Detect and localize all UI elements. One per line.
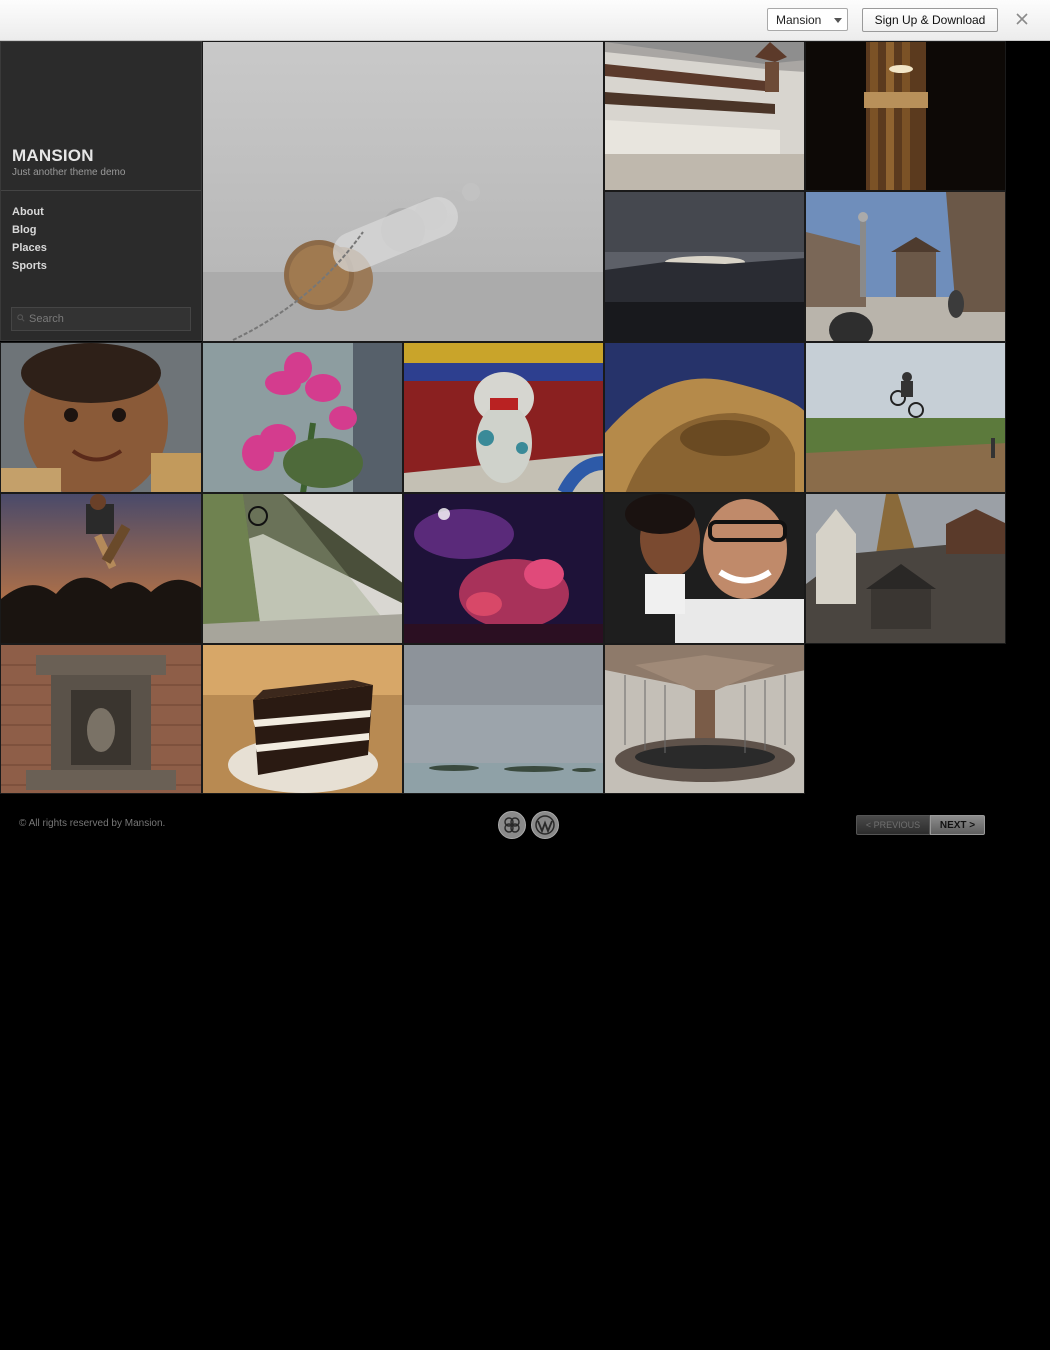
wordpress-icon[interactable] [531, 811, 559, 839]
gallery-tile-lion-statue[interactable] [403, 342, 604, 493]
nav-item-about[interactable]: About [12, 205, 47, 223]
search-icon [17, 314, 25, 322]
site-tagline: Just another theme demo [12, 167, 126, 178]
pagination: < PREVIOUS NEXT > [856, 815, 985, 835]
gallery-tile-chocolate-cake[interactable] [202, 644, 403, 794]
copyright-text: © All rights reserved by Mansion. [19, 818, 166, 829]
nav-item-sports[interactable]: Sports [12, 259, 47, 277]
gallery-tile-durbar-square[interactable] [805, 191, 1006, 342]
gallery-tile-carved-shrine[interactable] [0, 644, 202, 794]
next-button[interactable]: NEXT > [930, 815, 985, 835]
main-nav: About Blog Places Sports [12, 205, 47, 277]
site-title[interactable]: MANSION [12, 146, 94, 166]
search-input[interactable] [29, 311, 185, 327]
gallery-tile-pink-flowers[interactable] [202, 342, 403, 493]
previous-button[interactable]: < PREVIOUS [856, 815, 930, 835]
gallery-tile-buoy-fog[interactable] [202, 41, 604, 342]
gallery-tile-wood-sculpture[interactable] [604, 342, 805, 493]
gallery-tile-smiling-child[interactable] [0, 342, 202, 493]
footer: © All rights reserved by Mansion. < PREV… [0, 794, 1050, 854]
gallery-tile-lake-islands[interactable] [403, 644, 604, 794]
nav-item-places[interactable]: Places [12, 241, 47, 259]
signup-download-button[interactable]: Sign Up & Download [862, 8, 998, 32]
sidebar-divider [1, 190, 201, 191]
search-box [11, 307, 191, 331]
sidebar: MANSION Just another theme demo About Bl… [0, 41, 202, 341]
theme-select[interactable]: Mansion [767, 8, 848, 31]
gallery-tile-couple-selfie[interactable] [604, 493, 805, 644]
gallery-tile-wooden-pillar[interactable] [805, 41, 1006, 191]
theme-logo-icon[interactable] [498, 811, 526, 839]
gallery-tile-stupa[interactable] [805, 493, 1006, 644]
theme-select-value: Mansion [776, 12, 822, 27]
gallery-tile-bmx-bridge[interactable] [202, 493, 403, 644]
gallery-grid: MANSION Just another theme demo About Bl… [0, 41, 1006, 794]
gallery-tile-drummer[interactable] [403, 493, 604, 644]
nav-item-blog[interactable]: Blog [12, 223, 47, 241]
demo-bar: Mansion Sign Up & Download [0, 0, 1050, 41]
gallery-tile-bmx-jump[interactable] [805, 342, 1006, 493]
gallery-tile-palace[interactable] [604, 41, 805, 191]
gallery-tile-skateboarder[interactable] [0, 493, 202, 644]
gallery-tile-sunset-clouds[interactable] [604, 191, 805, 342]
gallery-tile-carousel[interactable] [604, 644, 805, 794]
chevron-down-icon [834, 18, 842, 23]
close-icon[interactable] [1013, 10, 1031, 28]
